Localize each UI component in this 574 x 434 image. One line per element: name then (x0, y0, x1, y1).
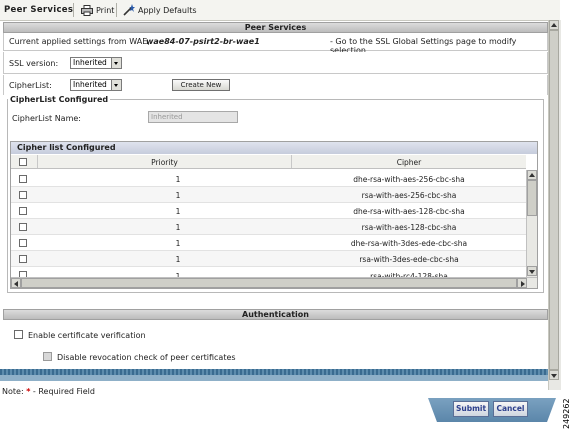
toolbar-divider (116, 3, 117, 17)
submit-button[interactable]: Submit (453, 401, 489, 417)
cell-cipher: rsa-with-3des-ede-cbc-sha (359, 255, 459, 264)
cipher-table-title: Cipher list Configured (11, 142, 537, 154)
table-row[interactable]: 1 rsa-with-rc4-128-sha (11, 267, 526, 277)
print-label: Print (96, 5, 115, 15)
ssl-version-row: SSL version: Inherited (3, 52, 548, 74)
figure-number-text: 249262 (562, 398, 571, 429)
cipherlist-value: Inherited (73, 80, 107, 89)
table-scroll-left-button[interactable] (11, 278, 21, 288)
cell-priority: 1 (175, 239, 181, 248)
button-bar (428, 398, 556, 422)
ssl-version-select[interactable]: Inherited (70, 57, 122, 69)
print-button[interactable]: Print (81, 3, 114, 17)
enable-certificate-verification-label: Enable certificate verification (28, 331, 146, 340)
table-horizontal-scrollbar[interactable] (11, 277, 537, 288)
arrow-down-icon (551, 374, 557, 378)
select-all-checkbox[interactable] (19, 158, 27, 166)
cipher-table-header: Priority Cipher (11, 155, 526, 169)
note-prefix: Note: (2, 387, 24, 396)
cell-priority: 1 (175, 175, 181, 184)
cell-priority: 1 (175, 207, 181, 216)
arrow-up-icon (551, 23, 557, 27)
table-scrollbar-thumb[interactable] (527, 180, 537, 216)
row-checkbox[interactable] (19, 175, 27, 183)
row-checkbox[interactable] (19, 191, 27, 199)
row-checkbox[interactable] (19, 255, 27, 263)
arrow-left-icon (14, 281, 18, 287)
cipherlist-name-input[interactable]: Inherited (148, 111, 238, 123)
arrow-down-icon (529, 270, 535, 274)
cipherlist-select[interactable]: Inherited (70, 79, 122, 91)
peer-services-header: Peer Services (3, 22, 548, 33)
arrow-right-icon (521, 281, 525, 287)
chevron-down-icon (111, 58, 121, 68)
required-field-note: Note: * - Required Field (2, 387, 95, 396)
current-settings-row: Current applied settings from WAE, wae84… (3, 33, 548, 55)
scrollbar-thumb[interactable] (549, 30, 559, 370)
ssl-version-value: Inherited (73, 58, 107, 67)
table-scroll-right-button[interactable] (517, 278, 527, 288)
cell-cipher: rsa-with-aes-256-cbc-sha (361, 191, 457, 200)
table-row[interactable]: 1 dhe-rsa-with-aes-128-cbc-sha (11, 203, 526, 219)
required-asterisk: * (26, 387, 31, 396)
note-suffix: - Required Field (32, 387, 95, 396)
apply-defaults-button[interactable]: Apply Defaults (123, 3, 197, 17)
cell-cipher: dhe-rsa-with-aes-128-cbc-sha (353, 207, 465, 216)
table-vertical-scrollbar[interactable] (526, 170, 537, 277)
apply-defaults-label: Apply Defaults (138, 5, 197, 15)
current-settings-prefix: Current applied settings from WAE, (9, 37, 150, 46)
authentication-header: Authentication (3, 309, 548, 320)
disable-revocation-checkbox[interactable] (43, 352, 52, 361)
toolbar: Peer Services Print Apply Defaults (0, 0, 560, 21)
device-name: wae84-07-psirt2-br-wae1 (146, 37, 260, 46)
wand-icon (123, 4, 135, 16)
cell-cipher: rsa-with-aes-128-cbc-sha (361, 223, 457, 232)
cell-priority: 1 (175, 191, 181, 200)
cipherlist-row: CipherList: Inherited Create New (3, 75, 548, 95)
decorative-band (0, 375, 548, 381)
table-scroll-up-button[interactable] (527, 170, 537, 180)
table-scroll-down-button[interactable] (527, 266, 537, 276)
figure-number: 249262 (562, 398, 571, 429)
cipherlist-configured-legend: CipherList Configured (10, 95, 109, 104)
table-hscroll-thumb[interactable] (21, 278, 517, 288)
cell-priority: 1 (175, 223, 181, 232)
arrow-up-icon (529, 173, 535, 177)
cell-priority: 1 (175, 255, 181, 264)
column-header-cipher: Cipher (396, 158, 422, 167)
table-row[interactable]: 1 dhe-rsa-with-3des-ede-cbc-sha (11, 235, 526, 251)
enable-certificate-verification-checkbox[interactable] (14, 330, 23, 339)
column-header-priority: Priority (151, 158, 178, 167)
table-row[interactable]: 1 dhe-rsa-with-aes-256-cbc-sha (11, 171, 526, 187)
printer-icon (81, 4, 93, 16)
cell-cipher: dhe-rsa-with-3des-ede-cbc-sha (350, 239, 468, 248)
create-new-button[interactable]: Create New (172, 79, 230, 91)
cipherlist-name-label: CipherList Name: (12, 114, 81, 123)
row-checkbox[interactable] (19, 223, 27, 231)
toolbar-divider (73, 3, 74, 17)
chevron-down-icon (111, 80, 121, 90)
table-row[interactable]: 1 rsa-with-aes-256-cbc-sha (11, 187, 526, 203)
row-checkbox[interactable] (19, 239, 27, 247)
disable-revocation-label: Disable revocation check of peer certifi… (57, 353, 236, 362)
cell-cipher: dhe-rsa-with-aes-256-cbc-sha (353, 175, 465, 184)
scroll-down-button[interactable] (549, 370, 559, 380)
table-row[interactable]: 1 rsa-with-aes-128-cbc-sha (11, 219, 526, 235)
ssl-version-label: SSL version: (9, 59, 59, 68)
scroll-up-button[interactable] (549, 20, 559, 30)
cipherlist-label: CipherList: (9, 81, 52, 90)
page-title: Peer Services (4, 5, 74, 15)
cancel-button[interactable]: Cancel (493, 401, 528, 417)
row-checkbox[interactable] (19, 207, 27, 215)
table-row[interactable]: 1 rsa-with-3des-ede-cbc-sha (11, 251, 526, 267)
